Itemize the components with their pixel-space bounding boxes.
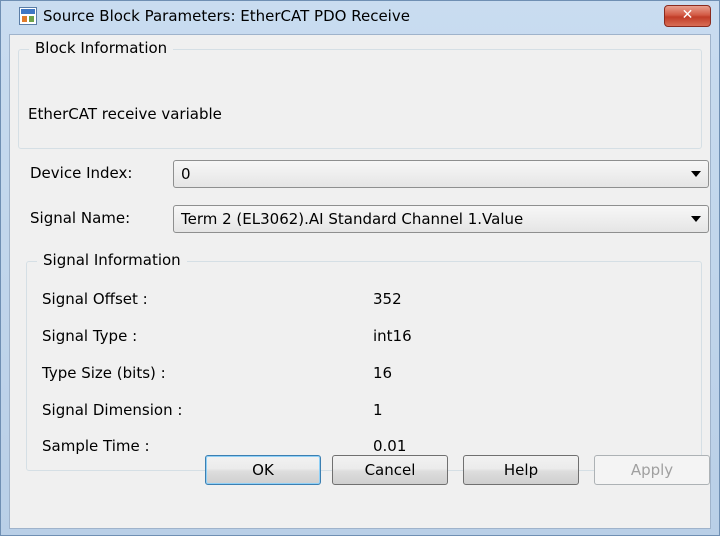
help-button[interactable]: Help xyxy=(463,455,579,485)
sample-time-label: Sample Time : xyxy=(42,437,150,455)
signal-type-label: Signal Type : xyxy=(42,327,138,345)
signal-name-dropdown[interactable]: Term 2 (EL3062).AI Standard Channel 1.Va… xyxy=(173,205,709,233)
signal-name-label: Signal Name: xyxy=(30,209,131,227)
block-information-legend: Block Information xyxy=(29,39,174,57)
signal-dimension-label: Signal Dimension : xyxy=(42,401,183,419)
simulink-block-icon xyxy=(19,7,37,25)
signal-offset-label: Signal Offset : xyxy=(42,290,148,308)
signal-name-value: Term 2 (EL3062).AI Standard Channel 1.Va… xyxy=(181,210,524,228)
chevron-down-icon xyxy=(691,171,701,177)
ok-button[interactable]: OK xyxy=(205,455,321,485)
device-index-value: 0 xyxy=(181,165,191,183)
dialog-window: Source Block Parameters: EtherCAT PDO Re… xyxy=(0,0,720,536)
signal-offset-value: 352 xyxy=(373,290,402,308)
title-bar[interactable]: Source Block Parameters: EtherCAT PDO Re… xyxy=(1,1,719,31)
cancel-button[interactable]: Cancel xyxy=(332,455,448,485)
chevron-down-icon xyxy=(691,216,701,222)
block-information-group: Block Information xyxy=(18,39,702,149)
signal-dimension-value: 1 xyxy=(373,401,383,419)
close-button[interactable]: ✕ xyxy=(664,5,711,27)
type-size-label: Type Size (bits) : xyxy=(42,364,166,382)
apply-button[interactable]: Apply xyxy=(594,455,710,485)
close-icon: ✕ xyxy=(681,7,694,23)
device-index-dropdown[interactable]: 0 xyxy=(173,160,709,188)
signal-type-value: int16 xyxy=(373,327,412,345)
signal-information-legend: Signal Information xyxy=(37,251,187,269)
type-size-value: 16 xyxy=(373,364,393,382)
window-title: Source Block Parameters: EtherCAT PDO Re… xyxy=(43,7,410,25)
device-index-label: Device Index: xyxy=(30,164,133,182)
sample-time-value: 0.01 xyxy=(373,437,407,455)
block-description: EtherCAT receive variable xyxy=(28,105,222,123)
